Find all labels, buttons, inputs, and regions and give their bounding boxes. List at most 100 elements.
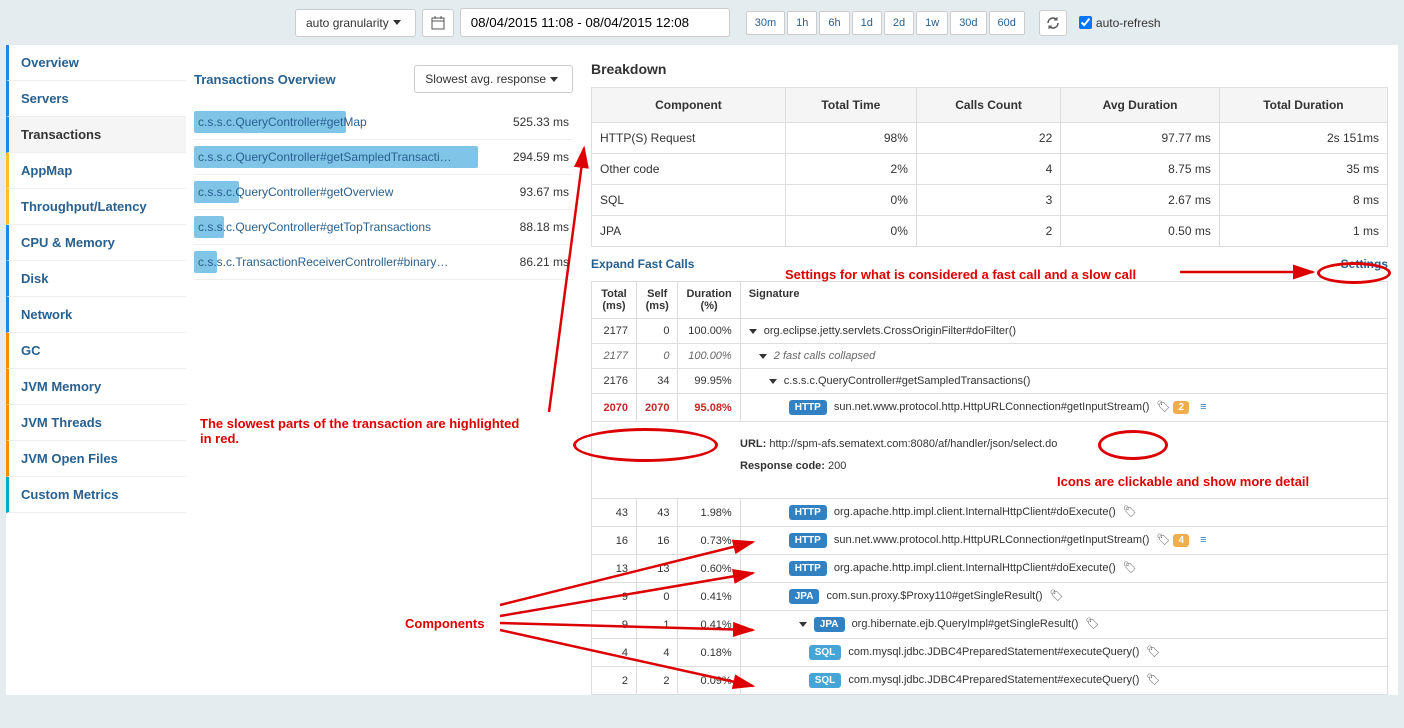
main: Overview Servers Transactions AppMap Thr… <box>6 45 1398 695</box>
chevron-down-icon <box>393 20 401 25</box>
sidebar-item-throughput-latency[interactable]: Throughput/Latency <box>6 189 186 225</box>
sidebar-item-appmap[interactable]: AppMap <box>6 153 186 189</box>
transaction-ms: 93.67 ms <box>520 185 573 199</box>
jpa-badge: JPA <box>814 617 845 632</box>
call-row[interactable]: 220.09%SQL com.mysql.jdbc.JDBC4PreparedS… <box>592 667 1388 695</box>
sidebar-item-custom-metrics[interactable]: Custom Metrics <box>6 477 186 513</box>
tag-icon[interactable]: 🏷 <box>1156 534 1170 546</box>
sidebar-item-disk[interactable]: Disk <box>6 261 186 297</box>
date-range-input[interactable] <box>460 8 730 37</box>
caret-icon[interactable] <box>769 379 777 384</box>
caret-icon[interactable] <box>749 329 757 334</box>
auto-refresh-label: auto-refresh <box>1096 16 1161 30</box>
call-row[interactable]: 43431.98%HTTP org.apache.http.impl.clien… <box>592 499 1388 527</box>
caret-icon[interactable] <box>759 354 767 359</box>
tag-icon[interactable]: 🏷 <box>1085 618 1099 630</box>
sort-dropdown[interactable]: Slowest avg. response <box>414 65 573 93</box>
breakdown-panel: Breakdown Component Total Time Calls Cou… <box>581 45 1398 695</box>
call-row[interactable]: 13130.60%HTTP org.apache.http.impl.clien… <box>592 555 1388 583</box>
sql-badge: SQL <box>809 645 842 660</box>
top-toolbar: auto granularity 30m 1h 6h 1d 2d 1w 30d … <box>0 0 1404 45</box>
transaction-name: c.s.s.c.QueryController#getOverview <box>194 185 520 199</box>
transaction-name: c.s.s.c.QueryController#getMap <box>194 115 513 129</box>
col-total-time: Total Time <box>785 88 916 123</box>
calendar-icon <box>431 16 445 30</box>
refresh-button[interactable] <box>1039 10 1067 36</box>
transaction-ms: 86.21 ms <box>520 255 573 269</box>
transaction-ms: 294.59 ms <box>513 150 573 164</box>
calendar-button[interactable] <box>422 9 454 37</box>
sidebar-item-network[interactable]: Network <box>6 297 186 333</box>
call-row[interactable]: 440.18%SQL com.mysql.jdbc.JDBC4PreparedS… <box>592 639 1388 667</box>
breakdown-table: Component Total Time Calls Count Avg Dur… <box>591 87 1388 247</box>
transaction-row[interactable]: c.s.s.c.QueryController#getSampledTransa… <box>194 140 573 175</box>
http-badge: HTTP <box>789 400 827 415</box>
tag-icon[interactable]: 🏷 <box>1156 401 1170 413</box>
range-60d[interactable]: 60d <box>989 11 1025 35</box>
transaction-row[interactable]: c.s.s.c.QueryController#getTopTransactio… <box>194 210 573 245</box>
auto-refresh-toggle[interactable]: auto-refresh <box>1079 16 1161 30</box>
range-1h[interactable]: 1h <box>787 11 817 35</box>
granularity-dropdown[interactable]: auto granularity <box>295 9 416 37</box>
sidebar-item-overview[interactable]: Overview <box>6 45 186 81</box>
sidebar-item-jvm-open-files[interactable]: JVM Open Files <box>6 441 186 477</box>
col-self-ms: Self (ms) <box>637 282 678 319</box>
chevron-down-icon <box>550 77 558 82</box>
transaction-name: c.s.s.c.QueryController#getTopTransactio… <box>194 220 520 234</box>
count-badge[interactable]: 2 <box>1173 401 1189 414</box>
transaction-row[interactable]: c.s.s.c.QueryController#getOverview 93.6… <box>194 175 573 210</box>
range-1w[interactable]: 1w <box>916 11 948 35</box>
granularity-label: auto granularity <box>306 16 389 30</box>
transaction-name: c.s.s.c.TransactionReceiverController#bi… <box>194 255 520 269</box>
sidebar-item-gc[interactable]: GC <box>6 333 186 369</box>
range-6h[interactable]: 6h <box>819 11 849 35</box>
http-badge: HTTP <box>789 533 827 548</box>
call-row[interactable]: 21763499.95% c.s.s.c.QueryController#get… <box>592 369 1388 394</box>
call-row[interactable]: 910.41% JPA org.hibernate.ejb.QueryImpl#… <box>592 611 1388 639</box>
call-row[interactable]: 2070207095.08%HTTP sun.net.www.protocol.… <box>592 394 1388 422</box>
transactions-title: Transactions Overview <box>194 72 336 87</box>
range-30m[interactable]: 30m <box>746 11 785 35</box>
app: auto granularity 30m 1h 6h 1d 2d 1w 30d … <box>0 0 1404 695</box>
range-1d[interactable]: 1d <box>852 11 882 35</box>
sidebar-item-servers[interactable]: Servers <box>6 81 186 117</box>
list-icon[interactable]: ≡ <box>1200 534 1206 546</box>
calls-table: Total (ms) Self (ms) Duration (%) Signat… <box>591 281 1388 695</box>
range-30d[interactable]: 30d <box>950 11 986 35</box>
breakdown-row: JPA0%20.50 ms1 ms <box>592 216 1388 247</box>
breakdown-title: Breakdown <box>591 45 1388 87</box>
http-badge: HTTP <box>789 561 827 576</box>
range-2d[interactable]: 2d <box>884 11 914 35</box>
auto-refresh-checkbox[interactable] <box>1079 16 1092 29</box>
settings-link[interactable]: Settings <box>1341 257 1388 271</box>
transaction-row[interactable]: c.s.s.c.TransactionReceiverController#bi… <box>194 245 573 280</box>
refresh-icon <box>1046 16 1060 30</box>
tag-icon[interactable]: 🏷 <box>1123 562 1137 574</box>
list-icon[interactable]: ≡ <box>1200 401 1206 413</box>
sql-badge: SQL <box>809 673 842 688</box>
transaction-row[interactable]: c.s.s.c.QueryController#getMap 525.33 ms <box>194 105 573 140</box>
tag-icon[interactable]: 🏷 <box>1146 646 1160 658</box>
count-badge[interactable]: 4 <box>1173 534 1189 547</box>
http-badge: HTTP <box>789 505 827 520</box>
caret-icon[interactable] <box>799 622 807 627</box>
tag-icon[interactable]: 🏷 <box>1146 674 1160 686</box>
sidebar-item-cpu-memory[interactable]: CPU & Memory <box>6 225 186 261</box>
sidebar-item-jvm-memory[interactable]: JVM Memory <box>6 369 186 405</box>
range-buttons: 30m 1h 6h 1d 2d 1w 30d 60d <box>746 11 1025 35</box>
col-avg-duration: Avg Duration <box>1061 88 1220 123</box>
breakdown-row: Other code2%48.75 ms35 ms <box>592 154 1388 185</box>
col-total-ms: Total (ms) <box>592 282 637 319</box>
sidebar-item-transactions[interactable]: Transactions <box>6 117 186 153</box>
expand-fast-calls[interactable]: Expand Fast Calls <box>591 257 694 271</box>
tag-icon[interactable]: 🏷 <box>1050 590 1064 602</box>
call-row[interactable]: 21770100.00% org.eclipse.jetty.servlets.… <box>592 319 1388 344</box>
col-signature: Signature <box>740 282 1387 319</box>
call-row[interactable]: 21770100.00% 2 fast calls collapsed <box>592 344 1388 369</box>
tag-icon[interactable]: 🏷 <box>1123 506 1137 518</box>
call-row[interactable]: 900.41%JPA com.sun.proxy.$Proxy110#getSi… <box>592 583 1388 611</box>
breakdown-row: HTTP(S) Request98%2297.77 ms2s 151ms <box>592 123 1388 154</box>
sidebar-item-jvm-threads[interactable]: JVM Threads <box>6 405 186 441</box>
transaction-ms: 88.18 ms <box>520 220 573 234</box>
call-row[interactable]: 16160.73%HTTP sun.net.www.protocol.http.… <box>592 527 1388 555</box>
